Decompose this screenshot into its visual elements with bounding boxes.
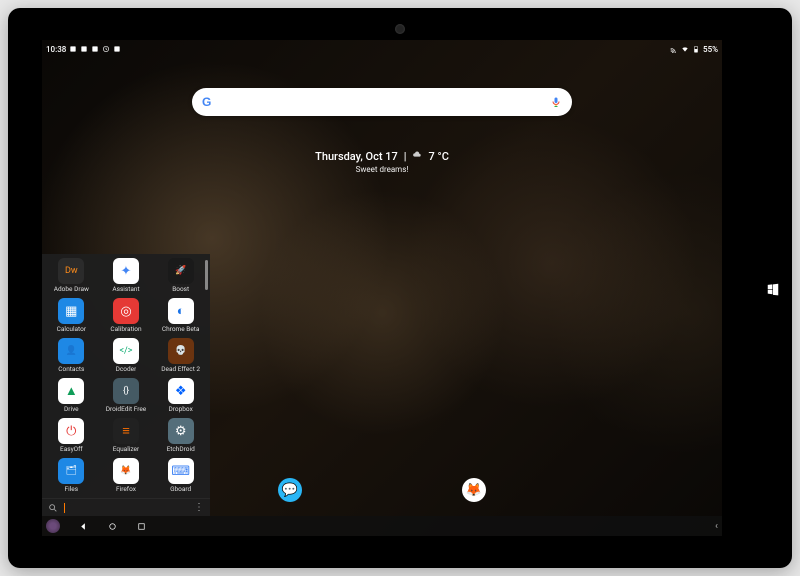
widget-subtitle: Sweet dreams! <box>315 165 449 174</box>
app-firefox[interactable]: 🦊Firefox <box>99 458 154 496</box>
wifi-icon <box>681 45 689 53</box>
app-drive[interactable]: ▲Drive <box>44 378 99 416</box>
app-label: Dead Effect 2 <box>161 365 200 373</box>
app-icon: </> <box>113 338 139 364</box>
navigation-bar: ‹ <box>42 516 722 536</box>
expand-arrow-icon[interactable]: ‹ <box>715 521 718 532</box>
front-camera <box>395 24 405 34</box>
messages-app[interactable]: 💬 <box>278 478 302 502</box>
app-icon: 👤 <box>58 338 84 364</box>
app-dropbox[interactable]: ❖Dropbox <box>153 378 208 416</box>
app-label: Calibration <box>110 325 141 333</box>
app-contacts[interactable]: 👤Contacts <box>44 338 99 376</box>
notification-icon <box>80 45 88 53</box>
screen: 10:38 55% G <box>42 40 722 536</box>
cloud-icon <box>413 150 423 163</box>
drawer-footer: ⋮ <box>42 498 210 516</box>
app-icon: 🗂 <box>58 458 84 484</box>
date-weather-widget[interactable]: Thursday, Oct 17 | 7 °C Sweet dreams! <box>315 150 449 174</box>
app-label: Drive <box>64 405 79 413</box>
app-icon: 🦊 <box>113 458 139 484</box>
app-label: Equalizer <box>113 445 139 453</box>
app-assistant[interactable]: ✦Assistant <box>99 258 154 296</box>
app-boost[interactable]: 🚀Boost <box>153 258 208 296</box>
status-bar: 10:38 55% <box>46 42 718 56</box>
app-calculator[interactable]: ▦Calculator <box>44 298 99 336</box>
app-label: Dropbox <box>169 405 193 413</box>
app-icon: Dw <box>58 258 84 284</box>
app-label: Boost <box>172 285 189 293</box>
app-label: Gboard <box>170 485 191 493</box>
app-icon: 🚀 <box>168 258 194 284</box>
notification-icon <box>91 45 99 53</box>
date-text: Thursday, Oct 17 <box>315 150 398 163</box>
app-chrome-beta[interactable]: ◐Chrome Beta <box>153 298 208 336</box>
notification-icon <box>113 45 121 53</box>
app-icon: ❖ <box>168 378 194 404</box>
app-label: EtchDroid <box>167 445 195 453</box>
voice-search-icon[interactable] <box>550 93 562 112</box>
google-g-icon: G <box>202 95 211 109</box>
app-label: Files <box>65 485 79 493</box>
launcher-icon[interactable] <box>46 519 60 533</box>
more-icon[interactable]: ⋮ <box>194 503 204 513</box>
app-icon: ⌨ <box>168 458 194 484</box>
temperature-text: 7 °C <box>429 150 449 163</box>
search-icon[interactable] <box>48 498 58 517</box>
google-search-bar[interactable]: G <box>192 88 572 116</box>
app-icon: ✦ <box>113 258 139 284</box>
app-etchdroid[interactable]: ⚙EtchDroid <box>153 418 208 456</box>
app-drawer[interactable]: DwAdobe Draw✦Assistant🚀Boost▦Calculator◎… <box>42 254 210 516</box>
app-adobe-draw[interactable]: DwAdobe Draw <box>44 258 99 296</box>
app-label: EasyOff <box>60 445 83 453</box>
app-icon: ◐ <box>168 298 194 324</box>
app-icon: 💀 <box>168 338 194 364</box>
app-label: Firefox <box>116 485 136 493</box>
clock-icon <box>102 45 110 53</box>
tablet-frame: 10:38 55% G <box>8 8 792 568</box>
app-gboard[interactable]: ⌨Gboard <box>153 458 208 496</box>
back-button[interactable] <box>78 517 89 536</box>
battery-percent: 55% <box>703 45 718 54</box>
app-calibration[interactable]: ◎Calibration <box>99 298 154 336</box>
windows-logo[interactable] <box>766 281 780 295</box>
app-label: Dcoder <box>116 365 137 373</box>
app-label: Assistant <box>112 285 139 293</box>
scrollbar-thumb[interactable] <box>205 260 208 290</box>
firefox-app[interactable]: 🦊 <box>462 478 486 502</box>
app-label: Contacts <box>58 365 84 373</box>
app-label: Calculator <box>57 325 86 333</box>
recent-apps-button[interactable] <box>136 517 147 536</box>
app-icon: ⚙ <box>168 418 194 444</box>
battery-icon <box>692 45 700 53</box>
app-easyoff[interactable]: ⏻EasyOff <box>44 418 99 456</box>
notification-icon <box>69 45 77 53</box>
app-icon: ≡ <box>113 418 139 444</box>
app-dead-effect-2[interactable]: 💀Dead Effect 2 <box>153 338 208 376</box>
dock: 💬🦊 <box>278 478 486 502</box>
app-label: DroidEdit Free <box>106 405 147 413</box>
cast-icon <box>670 45 678 53</box>
app-label: Chrome Beta <box>162 325 200 333</box>
app-dcoder[interactable]: </>Dcoder <box>99 338 154 376</box>
app-icon: ⏻ <box>58 418 84 444</box>
app-icon: ▦ <box>58 298 84 324</box>
separator: | <box>404 150 407 163</box>
search-cursor[interactable] <box>64 503 65 513</box>
home-button[interactable] <box>107 517 118 536</box>
app-files[interactable]: 🗂Files <box>44 458 99 496</box>
app-icon: {} <box>113 378 139 404</box>
app-icon: ◎ <box>113 298 139 324</box>
app-label: Adobe Draw <box>54 285 89 293</box>
app-equalizer[interactable]: ≡Equalizer <box>99 418 154 456</box>
app-droidedit-free[interactable]: {}DroidEdit Free <box>99 378 154 416</box>
app-icon: ▲ <box>58 378 84 404</box>
status-time: 10:38 <box>46 45 66 54</box>
